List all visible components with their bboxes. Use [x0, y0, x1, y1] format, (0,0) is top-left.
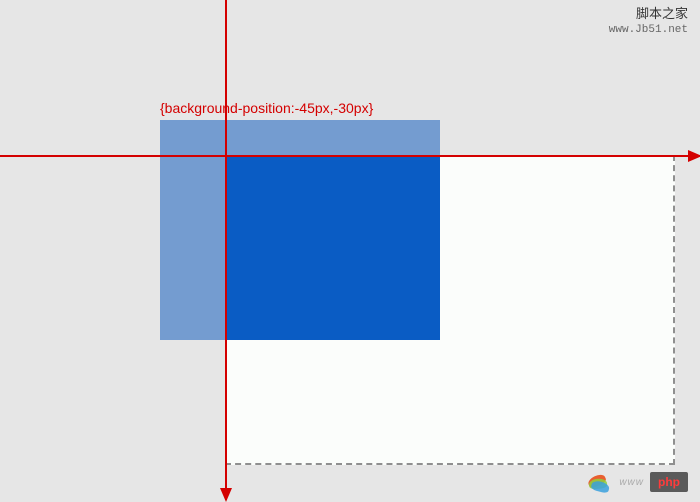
php-badge: php [650, 472, 688, 492]
watermark-url: www.Jb51.net [609, 23, 688, 37]
wings-icon [575, 472, 615, 492]
x-axis-arrow-icon [688, 150, 700, 162]
footer-logo: www php [575, 472, 688, 492]
x-axis [0, 155, 700, 157]
sprite-visible-rect [225, 155, 440, 340]
watermark: 脚本之家 www.Jb51.net [609, 6, 688, 37]
php-text: php [658, 475, 680, 489]
watermark-site-name: 脚本之家 [609, 6, 688, 23]
y-axis [225, 0, 227, 500]
logo-www: www [619, 477, 644, 488]
css-label: {background-position:-45px,-30px} [160, 100, 373, 116]
